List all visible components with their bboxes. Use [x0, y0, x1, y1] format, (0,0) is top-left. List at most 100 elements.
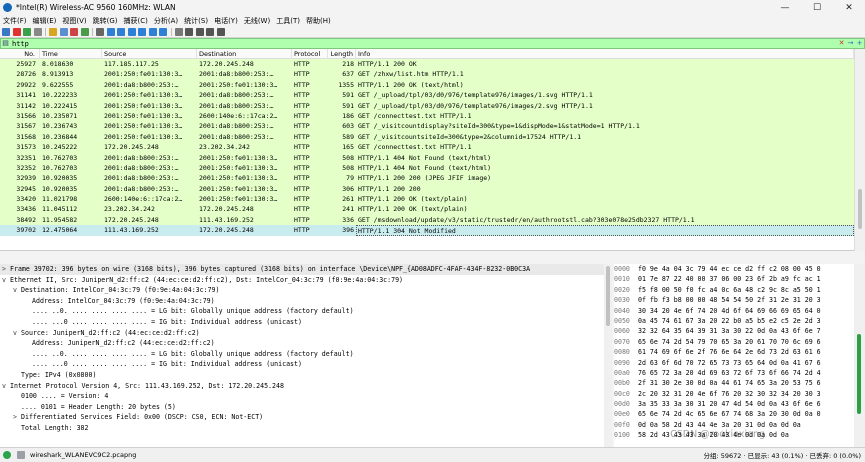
menu-item[interactable]: 统计(S) [184, 16, 208, 26]
apply-filter-icon[interactable]: → [846, 39, 855, 48]
column-header[interactable]: No. [0, 49, 40, 59]
hex-line[interactable]: 0010 01 7e 87 22 40 00 37 06 00 23 6f 2b … [614, 274, 854, 284]
menu-item[interactable]: 帮助(H) [306, 16, 331, 26]
display-filter-input[interactable] [10, 39, 837, 48]
zoom-in-icon[interactable] [185, 27, 193, 36]
column-header[interactable]: Time [40, 49, 102, 59]
packet-row[interactable]: 39702 12.475064 111.43.169.252 172.20.245.2… [0, 225, 854, 236]
hex-line[interactable]: 0060 32 32 64 35 64 39 31 3a 30 22 0d 0a … [614, 326, 854, 336]
detail-line[interactable]: .... ...0 .... .... .... .... = IG bit: … [0, 359, 604, 370]
close-button[interactable]: ✕ [833, 3, 865, 13]
packet-row[interactable]: 28726 8.913913 2001:250:fe01:130:3… 2001:da… [0, 69, 854, 80]
packet-row[interactable]: 31568 10.236844 2001:250:fe01:130:3… 2001:d… [0, 131, 854, 143]
stop-capture-icon[interactable] [12, 27, 21, 36]
resize-columns-icon[interactable] [216, 27, 225, 36]
menu-item[interactable]: 工具(T) [276, 16, 300, 26]
go-back-icon[interactable] [106, 27, 115, 36]
hex-line[interactable]: 0070 65 6e 74 2d 54 79 70 65 3a 20 61 70 … [614, 337, 854, 347]
start-capture-icon[interactable] [2, 27, 10, 36]
hex-line[interactable]: 0030 0f fb f3 b8 00 00 48 54 54 50 2f 31 … [614, 295, 854, 305]
maximize-button[interactable]: ☐ [801, 3, 833, 13]
packet-row[interactable]: 31573 10.245222 172.20.245.248 23.202.34.24… [0, 142, 854, 153]
hex-line[interactable]: 00f0 0d 0a 58 2d 43 44 4e 3a 20 31 0d 0a … [614, 420, 854, 430]
clear-filter-icon[interactable]: ✕ [837, 39, 846, 48]
detail-line[interactable]: v Internet Protocol Version 4, Src: 111.4… [0, 381, 604, 392]
go-to-packet-icon[interactable] [127, 27, 136, 36]
menu-item[interactable]: 捕获(C) [124, 16, 148, 26]
hex-line[interactable]: 0090 2d 63 6f 6d 70 72 65 73 73 65 64 0d … [614, 358, 854, 368]
expert-info-icon[interactable] [3, 451, 11, 459]
reload-icon[interactable] [80, 27, 89, 36]
detail-line[interactable]: v Ethernet II, Src: JuniperN_d2:ff:c2 (44… [0, 275, 604, 286]
save-file-icon[interactable] [59, 27, 68, 36]
packet-row[interactable]: 31141 10.222233 2001:250:fe01:130:3… 2001:d… [0, 90, 854, 101]
hex-line[interactable]: 0080 61 74 69 6f 6e 2f 76 6e 64 2e 6d 73 … [614, 347, 854, 357]
minimize-button[interactable]: — [769, 3, 801, 13]
hex-line[interactable]: 0000 f0 9e 4a 04 3c 79 44 ec ce d2 ff c2 … [614, 264, 854, 274]
hex-line[interactable]: 00d0 3a 35 33 3a 30 31 20 47 4d 54 0d 0a … [614, 399, 854, 409]
details-scrollbar[interactable] [604, 264, 612, 447]
detail-line[interactable]: .... ..0. .... .... .... .... = LG bit: … [0, 306, 604, 317]
detail-line[interactable]: Address: JuniperN_d2:ff:c2 (44:ec:ce:d2:… [0, 338, 604, 349]
detail-line[interactable]: Total Length: 382 [0, 423, 604, 434]
column-header[interactable]: Destination [197, 49, 292, 59]
menu-item[interactable]: 视图(V) [62, 16, 86, 26]
packet-row[interactable]: 32352 10.762703 2001:da8:b800:253:… 2001:25… [0, 162, 854, 174]
packet-row[interactable]: 25927 8.018630 117.185.117.25 172.20.245.24… [0, 59, 854, 70]
packet-row[interactable]: 32939 10.920035 2001:da8:b800:253:… 2001:25… [0, 173, 854, 184]
capture-options-icon[interactable] [33, 27, 42, 36]
packet-row[interactable]: 32351 10.762703 2001:da8:b800:253:… 2001:25… [0, 152, 854, 163]
menu-item[interactable]: 分析(A) [154, 16, 178, 26]
close-file-icon[interactable] [70, 27, 78, 36]
colorize-icon[interactable] [174, 27, 183, 36]
menu-item[interactable]: 编辑(E) [33, 16, 57, 26]
restart-capture-icon[interactable] [23, 27, 31, 36]
hex-line[interactable]: 0020 f5 f8 00 50 f0 fc a4 0c 6a 48 c2 9c … [614, 285, 854, 295]
packet-row[interactable]: 31142 10.222415 2001:250:fe01:130:3… 2001:d… [0, 100, 854, 111]
open-file-icon[interactable] [49, 27, 57, 36]
bookmark-icon[interactable]: ▤ [1, 39, 10, 48]
menu-item[interactable]: 无线(W) [244, 16, 270, 26]
column-header[interactable]: Protocol [292, 49, 328, 59]
packet-row[interactable]: 33436 11.045112 23.202.34.242 172.20.245.24… [0, 204, 854, 215]
detail-line[interactable]: Address: IntelCor_04:3c:79 (f0:9e:4a:04:… [0, 296, 604, 307]
zoom-reset-icon[interactable] [206, 27, 214, 36]
hex-line[interactable]: 00b0 2f 31 30 2e 30 0d 0a 44 61 74 65 3a … [614, 378, 854, 388]
detail-line[interactable]: > Frame 39702: 396 bytes on wire (3168 bi… [0, 264, 604, 275]
menu-item[interactable]: 跳转(G) [93, 16, 118, 26]
capture-file-comment-icon[interactable] [17, 451, 25, 459]
detail-line[interactable]: .... ...0 .... .... .... .... = IG bit: … [0, 317, 604, 328]
bytes-scrollbar[interactable] [854, 264, 865, 447]
packet-row[interactable]: 29922 9.622555 2001:da8:b800:253:… 2001:250… [0, 79, 854, 91]
add-filter-icon[interactable]: + [855, 39, 864, 48]
packet-row[interactable]: 38492 11.954582 172.20.245.248 111.43.169.2… [0, 214, 854, 226]
detail-line[interactable]: v Source: JuniperN_d2:ff:c2 (44:ec:ce:d2:… [0, 328, 604, 339]
column-header[interactable]: Length [328, 49, 356, 59]
hex-line[interactable]: 0050 0a 45 74 61 67 3a 20 22 b0 a5 b5 e2 … [614, 316, 854, 326]
detail-line[interactable]: .... ..0. .... .... .... .... = LG bit: … [0, 349, 604, 360]
first-packet-icon[interactable] [138, 27, 146, 36]
packet-list-scrollbar[interactable] [854, 49, 865, 251]
detail-line[interactable]: 0100 .... = Version: 4 [0, 391, 604, 402]
zoom-out-icon[interactable] [195, 27, 204, 36]
packet-row[interactable]: 31567 10.236743 2001:250:fe01:130:3… 2001:d… [0, 121, 854, 132]
detail-line[interactable]: > Differentiated Services Field: 0x00 (DS… [0, 412, 604, 423]
column-header[interactable]: Info [356, 49, 854, 59]
column-header[interactable]: Source [102, 49, 197, 59]
packet-row[interactable]: 32945 10.920035 2001:da8:b800:253:… 2001:25… [0, 183, 854, 195]
last-packet-icon[interactable] [148, 27, 157, 36]
packet-row[interactable]: 31566 10.235071 2001:250:fe01:130:3… 2600:1… [0, 110, 854, 122]
menu-item[interactable]: 文件(F) [3, 16, 27, 26]
detail-line[interactable]: Type: IPv4 (0x0800) [0, 370, 604, 381]
autoscroll-icon[interactable] [159, 27, 167, 36]
hex-line[interactable]: 00e0 65 6e 74 2d 4c 65 6e 67 74 68 3a 20 … [614, 409, 854, 419]
hex-line[interactable]: 0100 58 2d 43 43 43 3a 20 43 4e 0d 0a 0d … [614, 430, 854, 440]
go-forward-icon[interactable] [117, 27, 125, 36]
menu-item[interactable]: 电话(Y) [214, 16, 238, 26]
hex-line[interactable]: 0040 30 34 20 4e 6f 74 20 4d 6f 64 69 66 … [614, 306, 854, 316]
pane-divider[interactable] [0, 251, 865, 264]
detail-line[interactable]: .... 0101 = Header Length: 20 bytes (5) [0, 402, 604, 413]
find-packet-icon[interactable] [96, 27, 104, 36]
hex-line[interactable]: 00a0 76 65 72 3a 20 4d 69 63 72 6f 73 6f … [614, 368, 854, 378]
packet-row[interactable]: 33420 11.021798 2600:140e:6::17ca:2… 2001:2… [0, 194, 854, 205]
